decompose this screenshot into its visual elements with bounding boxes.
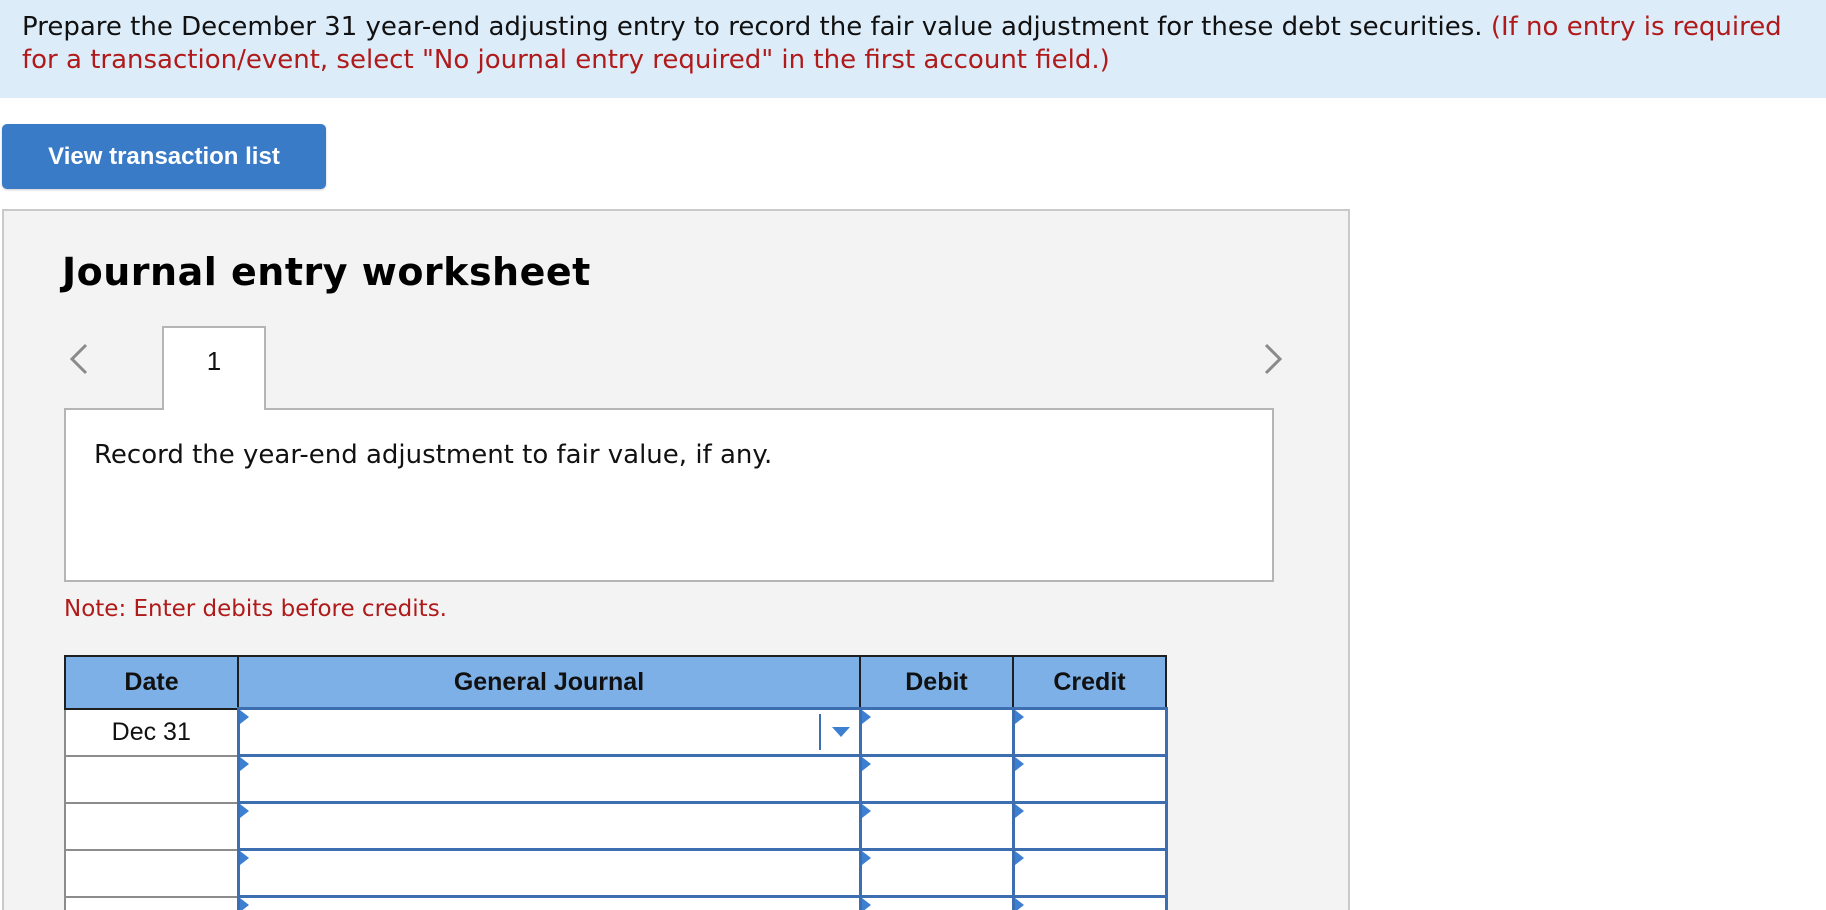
- transaction-description-box: Record the year-end adjustment to fair v…: [64, 408, 1274, 582]
- account-select[interactable]: [236, 801, 862, 851]
- debit-input[interactable]: [858, 848, 1015, 898]
- journal-table-header: Date General Journal Debit Credit: [64, 655, 1167, 710]
- instruction-line-1: Prepare the December 31 year-end adjusti…: [22, 11, 1804, 44]
- date-cell[interactable]: [64, 801, 239, 851]
- account-select[interactable]: [236, 895, 862, 910]
- account-select[interactable]: [236, 707, 862, 757]
- instruction-hint-line-2: for a transaction/event, select "No jour…: [22, 45, 1110, 75]
- tab-1[interactable]: 1: [162, 326, 266, 410]
- credit-input[interactable]: [1011, 895, 1168, 910]
- chevron-left-icon[interactable]: [66, 339, 90, 379]
- date-cell: Dec 31: [64, 707, 239, 757]
- header-date: Date: [64, 655, 239, 710]
- account-select[interactable]: [236, 754, 862, 804]
- debit-input[interactable]: [858, 895, 1015, 910]
- date-cell[interactable]: [64, 895, 239, 910]
- date-cell[interactable]: [64, 754, 239, 804]
- table-row: [64, 848, 1168, 898]
- chevron-right-icon[interactable]: [1262, 339, 1286, 379]
- debit-input[interactable]: [858, 801, 1015, 851]
- table-row: [64, 801, 1168, 851]
- instruction-text: Prepare the December 31 year-end adjusti…: [22, 12, 1483, 42]
- instruction-hint-line-1: (If no entry is required: [1490, 12, 1782, 42]
- header-general-journal: General Journal: [237, 655, 861, 710]
- date-cell[interactable]: [64, 848, 239, 898]
- header-credit: Credit: [1012, 655, 1167, 710]
- header-debit: Debit: [859, 655, 1014, 710]
- view-transaction-list-button[interactable]: View transaction list: [2, 124, 326, 189]
- debit-input[interactable]: [858, 754, 1015, 804]
- page: Prepare the December 31 year-end adjusti…: [0, 0, 1826, 910]
- table-row: [64, 895, 1168, 910]
- table-row: [64, 754, 1168, 804]
- table-row: Dec 31: [64, 707, 1168, 757]
- credit-input[interactable]: [1011, 801, 1168, 851]
- journal-entry-worksheet-panel: Journal entry worksheet 1 Record the yea…: [2, 209, 1350, 910]
- transaction-description: Record the year-end adjustment to fair v…: [94, 440, 773, 470]
- worksheet-title: Journal entry worksheet: [62, 250, 591, 294]
- journal-table: Date General Journal Debit Credit Dec 31: [64, 655, 1168, 910]
- debit-input[interactable]: [858, 707, 1015, 757]
- caret-down-icon[interactable]: [818, 714, 859, 750]
- debits-credits-note: Note: Enter debits before credits.: [64, 596, 447, 622]
- credit-input[interactable]: [1011, 848, 1168, 898]
- credit-input[interactable]: [1011, 754, 1168, 804]
- credit-input[interactable]: [1011, 707, 1168, 757]
- instruction-banner: Prepare the December 31 year-end adjusti…: [0, 0, 1826, 98]
- account-select[interactable]: [236, 848, 862, 898]
